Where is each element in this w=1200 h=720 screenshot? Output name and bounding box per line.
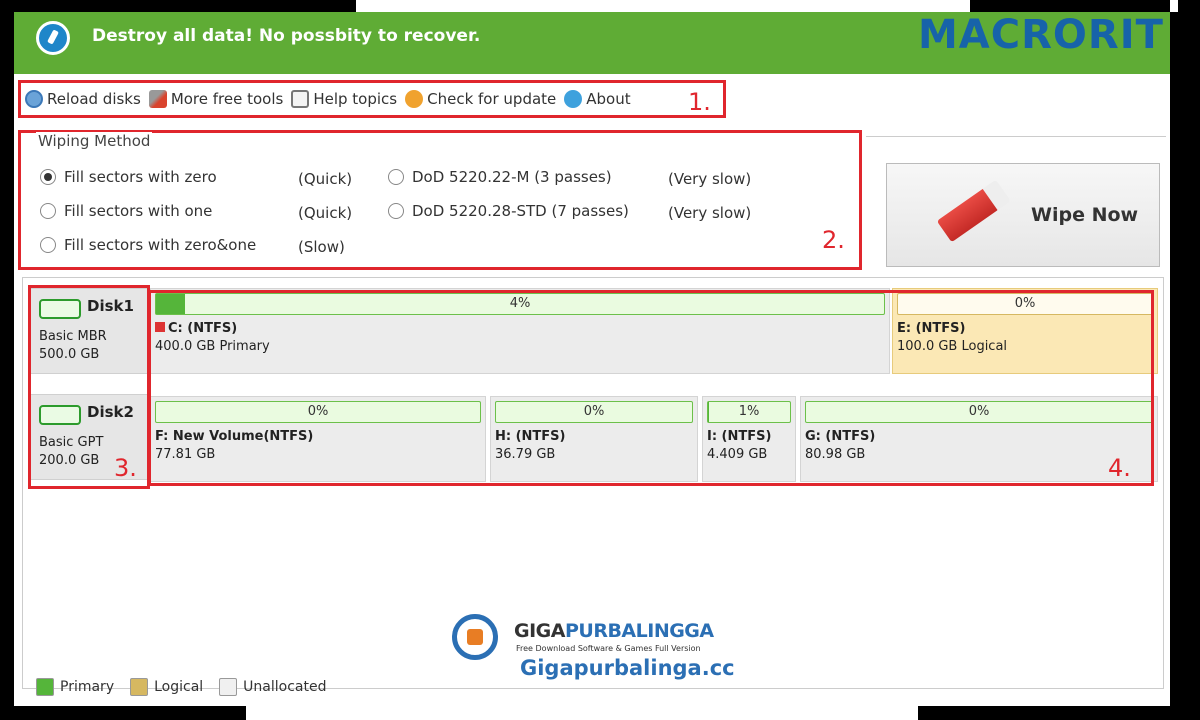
radio-button[interactable]	[40, 169, 56, 185]
eraser-icon	[936, 187, 1000, 243]
check-for-update-button[interactable]: Check for update	[405, 90, 556, 108]
help-topics-button[interactable]: Help topics	[291, 90, 397, 108]
legend-primary: Primary	[36, 678, 114, 696]
radio-dod-3-passes[interactable]: DoD 5220.22-M (3 passes)	[388, 168, 612, 186]
more-free-tools-label: More free tools	[170, 90, 284, 108]
watermark-title-b: PURBALINGGA	[564, 620, 714, 642]
legend-swatch	[219, 678, 238, 696]
app-header: Destroy all data! No possbity to recover…	[14, 12, 1170, 74]
legend-swatch	[130, 678, 149, 696]
toolbar: Reload disks More free tools Help topics…	[18, 80, 726, 118]
radio-button[interactable]	[40, 237, 56, 253]
help-icon	[291, 90, 310, 108]
radio-fill-zero-one[interactable]: Fill sectors with zero&one	[40, 236, 256, 254]
wipe-now-button[interactable]: Wipe Now	[886, 163, 1160, 267]
speed-label: (Quick)	[298, 170, 353, 188]
annotation-box-partitions	[148, 290, 1154, 486]
speed-label: (Very slow)	[668, 204, 752, 222]
annotation-number: 2.	[822, 226, 845, 254]
legend-logical: Logical	[130, 678, 203, 696]
update-icon	[405, 90, 424, 108]
screenshot-frame: Destroy all data! No possbity to recover…	[0, 0, 1200, 720]
radio-button[interactable]	[388, 169, 404, 185]
radio-fill-zero[interactable]: Fill sectors with zero	[40, 168, 217, 186]
watermark-logo-icon	[452, 614, 498, 660]
background-strip	[246, 706, 918, 720]
legend-label: Logical	[154, 679, 204, 695]
legend-label: Unallocated	[243, 679, 327, 695]
radio-label: DoD 5220.22-M (3 passes)	[412, 168, 612, 186]
brand-logo: MACRORIT	[918, 12, 1164, 58]
info-icon	[564, 90, 583, 108]
reload-disks-label: Reload disks	[47, 90, 141, 108]
annotation-number: 3.	[114, 454, 137, 482]
radio-fill-one[interactable]: Fill sectors with one	[40, 202, 212, 220]
annotation-number: 4.	[1108, 454, 1131, 482]
help-topics-label: Help topics	[313, 90, 398, 108]
more-free-tools-button[interactable]: More free tools	[148, 90, 284, 108]
divider	[866, 136, 1166, 137]
annotation-number: 1.	[688, 88, 711, 116]
background-strip	[356, 0, 970, 12]
partition-legend: Primary Logical Unallocated	[36, 678, 326, 696]
legend-swatch	[36, 678, 54, 696]
watermark-title: GIGAPURBALINGGA	[514, 620, 714, 642]
app-logo-icon	[36, 21, 70, 55]
header-title: Destroy all data! No possbity to recover…	[92, 26, 481, 46]
radio-dod-7-passes[interactable]: DoD 5220.28-STD (7 passes)	[388, 202, 629, 220]
radio-label: DoD 5220.28-STD (7 passes)	[412, 202, 629, 220]
watermark-url: Gigapurbalinga.cc	[520, 656, 735, 680]
watermark-tagline: Free Download Software & Games Full Vers…	[516, 644, 701, 653]
legend-unallocated: Unallocated	[219, 678, 326, 696]
radio-button[interactable]	[388, 203, 404, 219]
speed-label: (Slow)	[298, 238, 345, 256]
radio-label: Fill sectors with zero&one	[64, 236, 257, 254]
background-strip	[1170, 0, 1178, 12]
speed-label: (Very slow)	[668, 170, 752, 188]
app-window: Destroy all data! No possbity to recover…	[14, 12, 1170, 706]
reload-disks-button[interactable]: Reload disks	[25, 90, 141, 108]
reload-icon	[25, 90, 43, 108]
radio-label: Fill sectors with one	[64, 202, 213, 220]
wipe-now-label: Wipe Now	[1031, 204, 1139, 226]
tools-icon	[148, 90, 167, 108]
radio-button[interactable]	[40, 203, 56, 219]
speed-label: (Quick)	[298, 204, 353, 222]
legend-label: Primary	[60, 679, 115, 695]
about-label: About	[586, 90, 631, 108]
watermark-title-a: GIGA	[514, 620, 565, 642]
check-for-update-label: Check for update	[427, 90, 557, 108]
wiping-method-legend: Wiping Method	[36, 132, 153, 150]
watermark: GIGAPURBALINGGA Free Download Software &…	[452, 610, 752, 688]
about-button[interactable]: About	[564, 90, 631, 108]
radio-label: Fill sectors with zero	[64, 168, 217, 186]
